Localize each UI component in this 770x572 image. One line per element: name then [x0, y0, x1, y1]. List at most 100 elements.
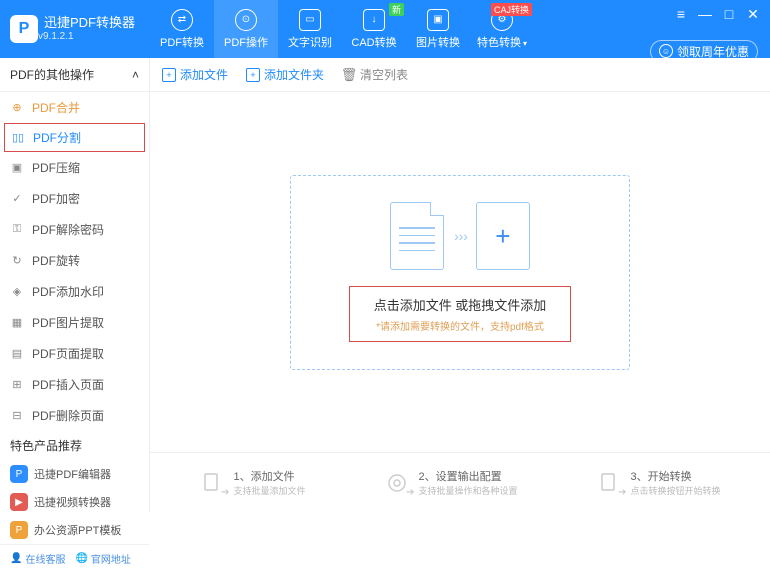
sidebar-item-icon: ▣ [10, 161, 24, 175]
promo-label: 领取周年优惠 [677, 43, 749, 60]
rec-item-2[interactable]: P 办公资源PPT模板 [0, 516, 149, 544]
rec-icon: P [10, 465, 28, 483]
sidebar-item-label: PDF添加水印 [32, 283, 104, 300]
sidebar-item-icon: ⊕ [10, 101, 24, 115]
arrow-icon: › › › [454, 228, 466, 244]
sidebar-item-label: PDF加密 [32, 190, 80, 207]
window-controls: ≡ — □ ✕ [674, 6, 760, 23]
sidebar-footer: 👤 在线客服 🌐 官网地址 [0, 544, 149, 572]
step-2: ➔2、设置输出配置支持批量操作和各种设置 [384, 468, 517, 497]
tab-badge: CAJ转换 [491, 3, 532, 16]
sidebar-item-8[interactable]: ▤ PDF页面提取 [0, 338, 149, 369]
drop-text-box: 点击添加文件 或拖拽文件添加 *请添加需要转换的文件，支持pdf格式 [349, 286, 572, 342]
header-tab-4[interactable]: ▣ 图片转换 [406, 0, 470, 58]
rec-item-0[interactable]: P 迅捷PDF编辑器 [0, 460, 149, 488]
sidebar-item-icon: ✓ [10, 192, 24, 206]
sidebar-item-label: PDF页面提取 [32, 345, 104, 362]
add-folder-button[interactable]: + 添加文件夹 [246, 66, 324, 83]
sidebar-item-label: PDF插入页面 [32, 376, 104, 393]
step-1: ➔1、添加文件支持批量添加文件 [199, 468, 305, 497]
clear-list-button[interactable]: 🗑 清空列表 [342, 66, 408, 83]
header-tab-2[interactable]: ▭文字识别 [278, 0, 342, 58]
sidebar-item-icon: ⊟ [10, 409, 24, 423]
sidebar-item-6[interactable]: ◈ PDF添加水印 [0, 276, 149, 307]
minimize-icon[interactable]: — [698, 6, 712, 23]
official-site-link[interactable]: 🌐 官网地址 [75, 551, 130, 566]
chevron-down-icon: ▾ [523, 39, 527, 48]
sidebar-item-1[interactable]: ▯▯ PDF分割 [4, 123, 145, 152]
app-version: v9.1.2.1 [38, 31, 135, 42]
drop-area[interactable]: › › › + 点击添加文件 或拖拽文件添加 *请添加需要转换的文件，支持pdf… [150, 92, 770, 452]
step-sub: 支持批量添加文件 [233, 484, 305, 497]
tab-badge: 新 [389, 3, 404, 16]
sidebar-item-icon: ⊞ [10, 378, 24, 392]
sidebar-item-0[interactable]: ⊕ PDF合并 [0, 92, 149, 123]
drop-subtitle: *请添加需要转换的文件，支持pdf格式 [374, 318, 547, 333]
sidebar-rec-list: P迅捷PDF编辑器▶迅捷视频转换器P办公资源PPT模板 [0, 460, 149, 544]
sidebar-rec-title: 特色产品推荐 [0, 431, 149, 460]
title-bar: P 迅捷PDF转换器 v9.1.2.1 ⇄PDF转换⊙PDF操作▭文字识别↓CA… [0, 0, 770, 58]
maximize-icon[interactable]: □ [722, 6, 736, 23]
close-icon[interactable]: ✕ [746, 6, 760, 23]
sidebar-item-9[interactable]: ⊞ PDF插入页面 [0, 369, 149, 400]
tab-label: 特色转换▾ [477, 34, 527, 50]
tab-label: PDF转换 [160, 34, 204, 50]
header-tabs: ⇄PDF转换⊙PDF操作▭文字识别↓CAD转换新▣图片转换⚙特色转换▾CAJ转换 [150, 0, 534, 58]
clear-list-label: 清空列表 [360, 66, 408, 83]
header-tab-0[interactable]: ⇄ PDF转换 [150, 0, 214, 58]
add-folder-icon: + [246, 68, 260, 82]
header-tab-5[interactable]: ⚙特色转换▾CAJ转换 [470, 0, 534, 58]
tab-label: 图片转换 [416, 34, 460, 50]
sidebar-list: ⊕ PDF合并 ▯▯ PDF分割 ▣PDF压缩 ✓ PDF加密 ⚿ PDF解除密码 ↻ PDF旋转 ◈… [0, 92, 149, 431]
sidebar-item-10[interactable]: ⊟ PDF删除页面 [0, 400, 149, 431]
header-tab-1[interactable]: ⊙PDF操作 [214, 0, 278, 58]
add-file-button[interactable]: + 添加文件 [162, 66, 228, 83]
sidebar-item-label: PDF分割 [33, 129, 81, 146]
sidebar-item-label: PDF合并 [32, 99, 80, 116]
promo-button[interactable]: ☺ 领取周年优惠 [650, 40, 758, 63]
sidebar-item-icon: ↻ [10, 254, 24, 268]
step-sub: 支持批量操作和各种设置 [418, 484, 517, 497]
step-icon: ➔ [596, 470, 622, 496]
trash-icon: 🗑 [342, 68, 356, 82]
sidebar-item-label: PDF旋转 [32, 252, 80, 269]
online-service-link[interactable]: 👤 在线客服 [10, 551, 65, 566]
rec-icon: P [10, 521, 28, 539]
drop-box: › › › + 点击添加文件 或拖拽文件添加 *请添加需要转换的文件，支持pdf… [290, 175, 630, 370]
app-logo-icon: P [10, 15, 38, 43]
sidebar-item-icon: ◈ [10, 285, 24, 299]
chevron-up-icon: ˄ [132, 68, 139, 82]
add-file-label: 添加文件 [180, 66, 228, 83]
sidebar-section-header[interactable]: PDF的其他操作 ˄ [0, 58, 149, 92]
sidebar-item-icon: ▦ [10, 316, 24, 330]
sidebar-item-7[interactable]: ▦ PDF图片提取 [0, 307, 149, 338]
sidebar-item-icon: ⚿ [10, 223, 24, 237]
rec-label: 迅捷PDF编辑器 [34, 466, 111, 482]
rec-label: 办公资源PPT模板 [34, 522, 121, 538]
main-panel: + 添加文件 + 添加文件夹 🗑 清空列表 › › › + [150, 58, 770, 512]
sidebar-item-2[interactable]: ▣PDF压缩 [0, 152, 149, 183]
sidebar-item-label: PDF图片提取 [32, 314, 104, 331]
sidebar-item-4[interactable]: ⚿ PDF解除密码 [0, 214, 149, 245]
step-sub: 点击转换按钮开始转换 [630, 484, 720, 497]
tab-icon: ⇄ [171, 9, 193, 31]
tab-icon: ▣ [427, 9, 449, 31]
header-tab-3[interactable]: ↓CAD转换新 [342, 0, 406, 58]
tab-label: CAD转换 [351, 34, 396, 50]
menu-icon[interactable]: ≡ [674, 6, 688, 23]
sidebar-item-5[interactable]: ↻ PDF旋转 [0, 245, 149, 276]
sidebar-item-label: PDF删除页面 [32, 407, 104, 424]
drop-title: 点击添加文件 或拖拽文件添加 [374, 295, 547, 314]
sidebar-item-icon: ▯▯ [11, 131, 25, 145]
sidebar-item-icon: ▤ [10, 347, 24, 361]
sidebar: PDF的其他操作 ˄ ⊕ PDF合并 ▯▯ PDF分割 ▣PDF压缩 ✓ PDF加密 ⚿ PDF… [0, 58, 150, 512]
drop-illustration: › › › + [390, 202, 530, 270]
add-folder-label: 添加文件夹 [264, 66, 324, 83]
rec-label: 迅捷视频转换器 [34, 494, 111, 510]
user-icon: ☺ [659, 44, 673, 58]
step-title: 1、添加文件 [233, 468, 305, 484]
sidebar-item-3[interactable]: ✓ PDF加密 [0, 183, 149, 214]
tab-icon: ▭ [299, 9, 321, 31]
sidebar-item-label: PDF解除密码 [32, 221, 104, 238]
app-logo-area: P 迅捷PDF转换器 v9.1.2.1 [0, 15, 150, 43]
